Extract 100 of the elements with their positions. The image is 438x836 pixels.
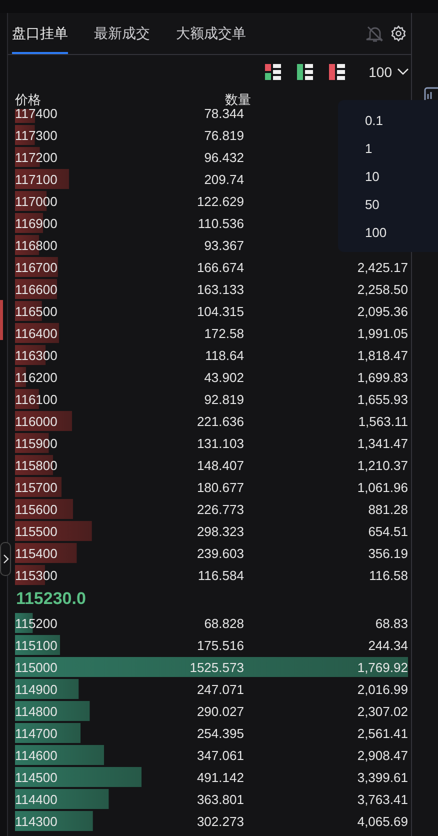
- quantity-cell: 226.773: [196, 502, 244, 516]
- price-cell: 116100: [14, 392, 58, 406]
- quantity-cell: 104.315: [196, 304, 244, 318]
- price-cell: 116400: [14, 326, 58, 340]
- price-cell: 117000: [14, 194, 58, 208]
- total-cell: 1,210.37: [357, 458, 408, 472]
- total-cell: 2,016.99: [357, 682, 408, 696]
- total-cell: 654.51: [368, 524, 408, 538]
- last-price: 115230.0: [16, 589, 86, 609]
- quantity-cell: 163.133: [196, 282, 244, 296]
- quantity-cell: 298.323: [196, 524, 244, 538]
- total-cell: 2,258.50: [357, 282, 408, 296]
- asks-layout-icon[interactable]: [328, 64, 345, 80]
- quantity-cell: 347.061: [196, 748, 244, 762]
- total-cell: 2,908.47: [357, 748, 408, 762]
- total-cell: 4,065.69: [357, 814, 408, 828]
- price-cell: 114800: [14, 704, 58, 718]
- total-cell: 1,563.11: [358, 414, 408, 428]
- quantity-cell: 254.395: [196, 726, 244, 740]
- chevron-icon: [397, 68, 409, 76]
- menu-item[interactable]: 50: [338, 190, 380, 218]
- price-cell: 115800: [14, 458, 58, 472]
- price-cell: 114400: [14, 792, 58, 806]
- quantity-cell: 209.74: [204, 172, 244, 186]
- total-cell: 2,561.41: [357, 726, 408, 740]
- quantity-cell: 290.027: [196, 704, 244, 718]
- quantity-cell: 175.516: [196, 638, 244, 652]
- price-cell: 117300: [14, 128, 58, 142]
- tab[interactable]: 盘口挂单: [12, 13, 68, 54]
- edge-marker: [0, 300, 3, 340]
- total-cell: 1,818.47: [357, 348, 408, 362]
- tab[interactable]: 大额成交单: [176, 13, 246, 54]
- total-cell: 1,061.96: [357, 480, 408, 494]
- price-cell: 117100: [14, 172, 58, 186]
- chart-icon[interactable]: [424, 87, 438, 103]
- total-cell: 2,095.36: [357, 304, 408, 318]
- price-cell: 116200: [14, 370, 58, 384]
- split-layout-icon[interactable]: [264, 64, 281, 80]
- quantity-cell: 76.819: [204, 128, 244, 142]
- bids-layout-icon[interactable]: [296, 64, 313, 80]
- bell-off-icon[interactable]: [366, 24, 384, 42]
- price-cell: 114900: [14, 682, 58, 696]
- total-cell: 1,991.05: [357, 326, 408, 340]
- price-cell: 116800: [14, 238, 58, 252]
- quantity-cell: 68.828: [204, 616, 244, 630]
- quantity-cell: 93.367: [204, 238, 244, 252]
- quantity-cell: 247.071: [196, 682, 244, 696]
- total-cell: 1,769.92: [357, 660, 408, 674]
- tab[interactable]: 最新成交: [94, 13, 150, 54]
- quantity-cell: 363.801: [196, 792, 244, 806]
- total-cell: 881.28: [368, 502, 408, 516]
- total-cell: 68.83: [375, 616, 408, 630]
- menu-item[interactable]: 1: [338, 134, 372, 162]
- quantity-cell: 131.103: [196, 436, 244, 450]
- menu-item[interactable]: 10: [338, 162, 380, 190]
- quantity-cell: 110.536: [198, 216, 244, 230]
- quantity-cell: 43.902: [204, 370, 244, 384]
- price-cell: 115900: [14, 436, 58, 450]
- quantity-cell: 116.584: [198, 568, 244, 582]
- price-cell: 116500: [14, 304, 58, 318]
- price-cell: 116000: [14, 414, 58, 428]
- quantity-cell: 172.58: [204, 326, 244, 340]
- precision-dropdown[interactable]: 100: [368, 64, 409, 80]
- quantity-cell: 1525.573: [190, 660, 244, 674]
- total-cell: 3,399.61: [357, 770, 408, 784]
- price-cell: 115100: [14, 638, 58, 652]
- total-cell: 356.19: [368, 546, 408, 560]
- total-cell: 1,699.83: [357, 370, 408, 384]
- menu-item[interactable]: 0.1: [338, 106, 384, 134]
- price-cell: 115300: [14, 568, 58, 582]
- quantity-cell: 148.407: [196, 458, 244, 472]
- menu-item[interactable]: 100: [338, 218, 387, 246]
- total-cell: 2,307.02: [357, 704, 408, 718]
- price-cell: 116700: [14, 260, 58, 274]
- quantity-cell: 122.629: [196, 194, 244, 208]
- total-cell: 2,425.17: [357, 260, 408, 274]
- price-cell: 115700: [14, 480, 58, 494]
- quantity-cell: 491.142: [196, 770, 244, 784]
- total-cell: 3,763.41: [357, 792, 408, 806]
- price-cell: 115200: [14, 616, 58, 630]
- price-cell: 116300: [14, 348, 58, 362]
- total-cell: 116.58: [369, 568, 408, 582]
- expand-handle[interactable]: [0, 542, 11, 576]
- quantity-cell: 118.64: [205, 348, 244, 362]
- quantity-cell: 96.432: [204, 150, 244, 164]
- total-cell: 244.34: [368, 638, 408, 652]
- settings-icon[interactable]: [390, 25, 407, 42]
- total-cell: 1,341.47: [357, 436, 408, 450]
- price-cell: 116600: [14, 282, 58, 296]
- price-cell: 114600: [14, 748, 58, 762]
- price-cell: 117200: [14, 150, 58, 164]
- price-cell: 114300: [14, 814, 58, 828]
- quantity-cell: 221.636: [196, 414, 244, 428]
- price-cell: 114700: [14, 726, 58, 740]
- price-cell: 115500: [14, 524, 58, 538]
- total-cell: 1,655.93: [357, 392, 408, 406]
- price-cell: 115400: [14, 546, 58, 560]
- quantity-cell: 166.674: [196, 260, 244, 274]
- quantity-cell: 180.677: [196, 480, 244, 494]
- price-cell: 115000: [14, 660, 58, 674]
